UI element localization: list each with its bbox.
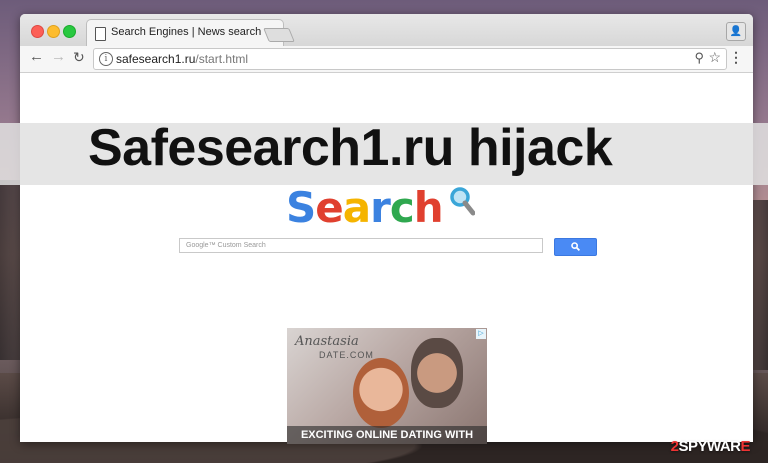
browser-toolbar: ← → ↻ i safesearch1.ru/start.html ⚲ ☆ ⋮ [20, 46, 753, 73]
ad-brand-domain: DATE.COM [319, 350, 374, 360]
logo-letter: h [413, 183, 444, 232]
minimize-window-button[interactable] [47, 25, 60, 38]
back-arrow-icon[interactable]: ← [29, 48, 44, 65]
info-icon[interactable]: i [99, 52, 113, 66]
article-headline: Safesearch1.ru hijack [88, 119, 613, 177]
close-window-button[interactable] [31, 25, 44, 38]
watermark-suffix: E [740, 438, 750, 455]
site-watermark: 2SPYWARE [671, 438, 751, 455]
search-icon [571, 242, 580, 251]
url-path: /start.html [195, 52, 249, 66]
ad-brand: Anastasia [295, 334, 359, 349]
logo-letter: r [370, 183, 391, 232]
logo-letter: e [315, 183, 343, 232]
adchoices-icon[interactable]: ▷ [476, 329, 486, 339]
search-button[interactable] [554, 238, 597, 256]
ad-photo-man [411, 338, 463, 408]
search-logo: Search [286, 183, 444, 232]
logo-letter: S [286, 183, 316, 232]
tab-title: Search Engines | News search [111, 26, 262, 38]
browser-menu-icon[interactable]: ⋮ [729, 49, 743, 66]
zoom-icon[interactable]: ⚲ [694, 50, 704, 66]
dating-advertisement[interactable]: Anastasia DATE.COM EXCITING ONLINE DATIN… [287, 328, 487, 444]
logo-letter: a [342, 183, 371, 232]
person-icon: 👤 [729, 26, 743, 37]
magnifier-logo-icon [450, 187, 475, 216]
address-bar[interactable]: i safesearch1.ru/start.html ⚲ ☆ [93, 48, 727, 70]
profile-button[interactable]: 👤 [726, 22, 746, 41]
ad-cta-text: EXCITING ONLINE DATING WITH [287, 426, 487, 444]
ad-photo-woman [353, 358, 409, 428]
forward-arrow-icon[interactable]: → [51, 48, 66, 65]
reload-icon[interactable]: ↻ [73, 49, 85, 66]
watermark-text: SPYWAR [678, 438, 741, 455]
search-input[interactable]: Google™ Custom Search [179, 238, 543, 253]
url-domain: safesearch1.ru [116, 52, 196, 66]
tab-active[interactable]: Search Engines | News search × [86, 19, 284, 47]
logo-letter: c [389, 183, 415, 232]
page-icon [95, 27, 106, 41]
bookmark-star-icon[interactable]: ☆ [708, 49, 721, 66]
maximize-window-button[interactable] [63, 25, 76, 38]
new-tab-button[interactable] [263, 28, 295, 42]
tab-bar: Search Engines | News search × 👤 [20, 14, 753, 47]
url-text[interactable]: safesearch1.ru/start.html [116, 52, 248, 66]
